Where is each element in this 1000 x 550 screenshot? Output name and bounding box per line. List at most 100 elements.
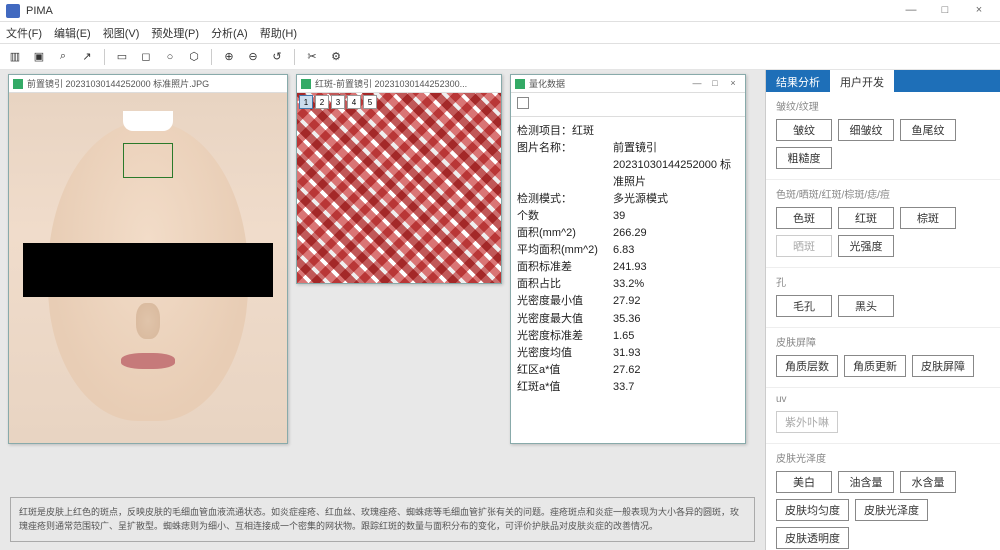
value-areapct: 33.2% bbox=[607, 276, 644, 293]
subwindow-redspots[interactable]: 红斑-前置镜引 20231030144252300... 1 2 3 4 5 bbox=[296, 74, 502, 284]
metrics-body: 检测项目：红斑 图片名称：前置镜引 20231030144252000 标准照片… bbox=[511, 117, 745, 402]
face-image[interactable] bbox=[9, 93, 287, 443]
metrics-heading: 检测项目：红斑 bbox=[517, 123, 739, 140]
group-gloss: 皮肤光泽度 美白 油含量 水含量 皮肤均匀度 皮肤光泽度 皮肤透明度 bbox=[766, 444, 1000, 550]
group-title-uv: uv bbox=[776, 394, 990, 405]
value-spota: 33.7 bbox=[607, 379, 634, 396]
window-min-button[interactable]: — bbox=[896, 2, 926, 20]
image-tab-5[interactable]: 5 bbox=[363, 95, 377, 109]
menu-view[interactable]: 视图(V) bbox=[103, 25, 140, 41]
value-odmean: 31.93 bbox=[607, 345, 641, 362]
value-area: 266.29 bbox=[607, 225, 647, 242]
tool-zoom-icon[interactable]: ⌕ bbox=[54, 48, 72, 66]
app-logo-icon bbox=[6, 4, 20, 18]
tool-fit-icon[interactable]: ↺ bbox=[268, 48, 286, 66]
btn-oil[interactable]: 油含量 bbox=[838, 471, 894, 493]
window-max-button[interactable]: □ bbox=[930, 2, 960, 20]
value-mode: 多光源模式 bbox=[607, 191, 668, 208]
face-nose bbox=[136, 303, 160, 339]
sidepanel-tabs: 结果分析 用户开发 bbox=[766, 70, 1000, 92]
tool-measure-icon[interactable]: ✂ bbox=[303, 48, 321, 66]
image-icon bbox=[301, 79, 311, 89]
btn-corneum-renew[interactable]: 角质更新 bbox=[844, 355, 906, 377]
tool-zoomout-icon[interactable]: ⊖ bbox=[244, 48, 262, 66]
label-odstd: 光密度标准差 bbox=[517, 328, 607, 345]
window-close-button[interactable]: × bbox=[964, 2, 994, 20]
eye-mask-bar bbox=[23, 243, 273, 297]
tool-zoomin-icon[interactable]: ⊕ bbox=[220, 48, 238, 66]
subwindow-red-titlebar[interactable]: 红斑-前置镜引 20231030144252300... bbox=[297, 75, 501, 93]
tool-layers-icon[interactable]: ▥ bbox=[6, 48, 24, 66]
red-analysis-image[interactable]: 1 2 3 4 5 bbox=[297, 93, 501, 283]
btn-crows-feet[interactable]: 鱼尾纹 bbox=[900, 119, 956, 141]
value-avgarea: 6.83 bbox=[607, 242, 634, 259]
subwindow-min-button[interactable]: — bbox=[689, 78, 705, 90]
canvas-area: 前置镜引 20231030144252000 标准照片.JPG 红斑-前置镜引 … bbox=[0, 70, 765, 550]
menu-file[interactable]: 文件(F) bbox=[6, 25, 42, 41]
btn-roughness[interactable]: 粗糙度 bbox=[776, 147, 832, 169]
menu-preprocess[interactable]: 预处理(P) bbox=[151, 25, 199, 41]
group-title-spots: 色斑/晒斑/红斑/棕斑/痣/痘 bbox=[776, 186, 990, 201]
btn-transparent[interactable]: 皮肤透明度 bbox=[776, 527, 849, 549]
metrics-toolbar bbox=[511, 93, 745, 117]
subwindow-metrics-titlebar[interactable]: 量化数据 — □ × bbox=[511, 75, 745, 93]
toolbar-separator bbox=[294, 49, 295, 65]
image-icon bbox=[13, 79, 23, 89]
tool-select-circle-icon[interactable]: ○ bbox=[161, 48, 179, 66]
btn-water[interactable]: 水含量 bbox=[900, 471, 956, 493]
value-odstd: 1.65 bbox=[607, 328, 634, 345]
group-title-gloss: 皮肤光泽度 bbox=[776, 450, 990, 465]
group-title-barrier: 皮肤屏障 bbox=[776, 334, 990, 349]
group-wrinkles: 皱纹/纹理 皱纹 细皱纹 鱼尾纹 粗糙度 bbox=[766, 92, 1000, 180]
btn-fine-wrinkles[interactable]: 细皱纹 bbox=[838, 119, 894, 141]
tool-settings-icon[interactable]: ⚙ bbox=[327, 48, 345, 66]
menu-edit[interactable]: 编辑(E) bbox=[54, 25, 91, 41]
value-areastd: 241.93 bbox=[607, 259, 647, 276]
subwindow-metrics-title: 量化数据 bbox=[529, 77, 685, 90]
label-reda: 红区a*值 bbox=[517, 362, 607, 379]
btn-color-spot[interactable]: 色斑 bbox=[776, 207, 832, 229]
image-tab-1[interactable]: 1 bbox=[299, 95, 313, 109]
app-title: PIMA bbox=[26, 5, 896, 17]
tool-export-icon[interactable]: ↗ bbox=[78, 48, 96, 66]
export-icon[interactable] bbox=[517, 97, 529, 109]
subwindow-metrics[interactable]: 量化数据 — □ × 检测项目：红斑 图片名称：前置镜引 20231030144… bbox=[510, 74, 746, 444]
toolbar-separator bbox=[211, 49, 212, 65]
btn-light-intensity[interactable]: 光强度 bbox=[838, 235, 894, 257]
menu-bar: 文件(F) 编辑(E) 视图(V) 预处理(P) 分析(A) 帮助(H) bbox=[0, 22, 1000, 44]
subwindow-face-titlebar[interactable]: 前置镜引 20231030144252000 标准照片.JPG bbox=[9, 75, 287, 93]
subwindow-max-button[interactable]: □ bbox=[707, 78, 723, 90]
tool-select-square-icon[interactable]: ◻ bbox=[137, 48, 155, 66]
roi-rectangle[interactable] bbox=[123, 143, 173, 178]
image-tab-2[interactable]: 2 bbox=[315, 95, 329, 109]
group-uv: uv 紫外卟啉 bbox=[766, 388, 1000, 444]
subwindow-close-button[interactable]: × bbox=[725, 78, 741, 90]
tool-save-icon[interactable]: ▣ bbox=[30, 48, 48, 66]
btn-wrinkles[interactable]: 皱纹 bbox=[776, 119, 832, 141]
image-tab-3[interactable]: 3 bbox=[331, 95, 345, 109]
btn-corneum-count[interactable]: 角质层数 bbox=[776, 355, 838, 377]
btn-gloss[interactable]: 皮肤光泽度 bbox=[855, 499, 928, 521]
data-icon bbox=[515, 79, 525, 89]
btn-uniform[interactable]: 皮肤均匀度 bbox=[776, 499, 849, 521]
tab-result-analysis[interactable]: 结果分析 bbox=[766, 70, 830, 92]
tab-user-dev[interactable]: 用户开发 bbox=[830, 70, 894, 92]
btn-uv-porphyrin[interactable]: 紫外卟啉 bbox=[776, 411, 838, 433]
tool-select-rect-icon[interactable]: ▭ bbox=[113, 48, 131, 66]
btn-blackheads[interactable]: 黑头 bbox=[838, 295, 894, 317]
btn-red-spot[interactable]: 红斑 bbox=[838, 207, 894, 229]
btn-pores[interactable]: 毛孔 bbox=[776, 295, 832, 317]
menu-analyze[interactable]: 分析(A) bbox=[211, 25, 248, 41]
tool-select-hex-icon[interactable]: ⬡ bbox=[185, 48, 203, 66]
btn-whiten[interactable]: 美白 bbox=[776, 471, 832, 493]
btn-brown-spot[interactable]: 棕斑 bbox=[900, 207, 956, 229]
label-count: 个数 bbox=[517, 208, 607, 225]
btn-sun-spot[interactable]: 晒斑 bbox=[776, 235, 832, 257]
subwindow-face[interactable]: 前置镜引 20231030144252000 标准照片.JPG bbox=[8, 74, 288, 444]
description-panel: 红斑是皮肤上红色的斑点，反映皮肤的毛细血管血液流通状态。如炎症痤疮、红血丝、玫瑰… bbox=[10, 497, 755, 542]
menu-help[interactable]: 帮助(H) bbox=[260, 25, 297, 41]
btn-skin-barrier[interactable]: 皮肤屏障 bbox=[912, 355, 974, 377]
group-barrier: 皮肤屏障 角质层数 角质更新 皮肤屏障 bbox=[766, 328, 1000, 388]
toolbar-separator bbox=[104, 49, 105, 65]
image-tab-4[interactable]: 4 bbox=[347, 95, 361, 109]
